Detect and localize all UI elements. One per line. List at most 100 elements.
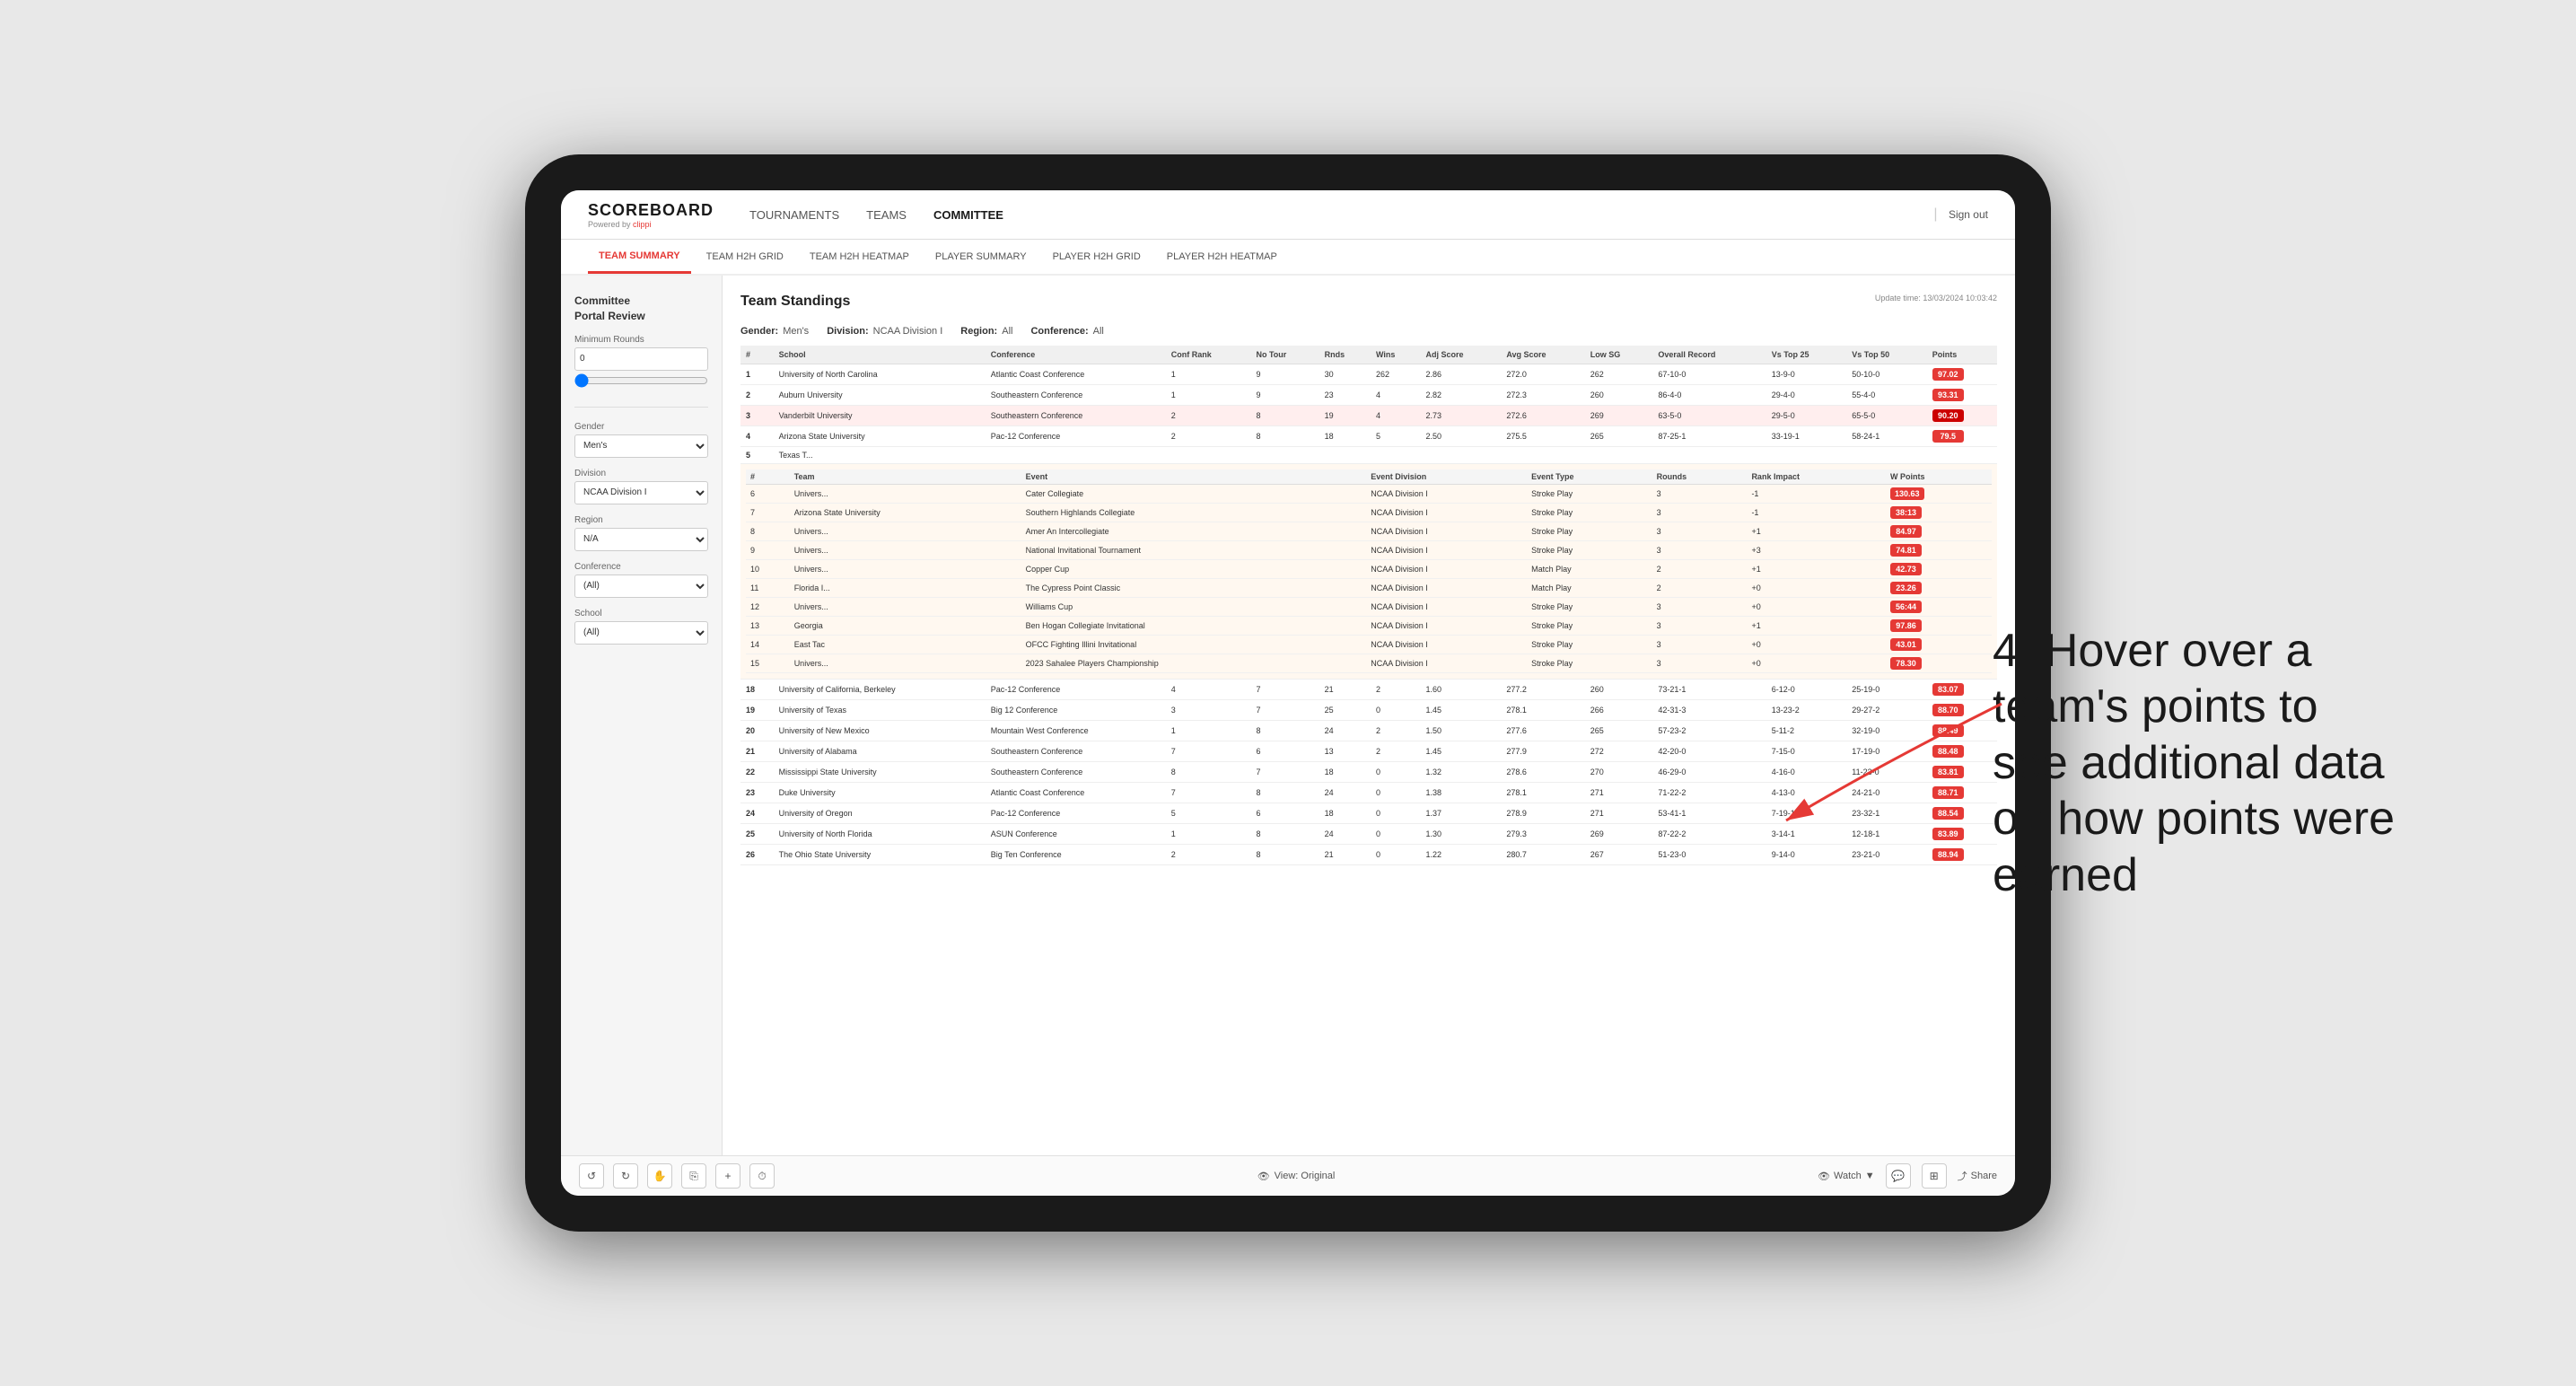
sidebar-min-rounds: Minimum Rounds [574, 335, 708, 392]
sidebar-region: Region N/A [574, 515, 708, 551]
col-overall: Overall Record [1652, 346, 1766, 364]
sign-out-button[interactable]: Sign out [1949, 208, 1988, 221]
logo-subtitle: Powered by clippi [588, 220, 714, 229]
sidebar: CommitteePortal Review Minimum Rounds Ge… [561, 276, 723, 1155]
filter-conference: Conference: All [1030, 326, 1103, 337]
points-badge[interactable]: 97.02 [1932, 368, 1964, 381]
annotation-arrow [1741, 677, 2011, 856]
share-label: Share [1971, 1171, 1997, 1181]
toolbar-view[interactable]: 👁 View: Original [1257, 1171, 1336, 1182]
col-avg-score: Avg Score [1501, 346, 1584, 364]
nav-teams[interactable]: TEAMS [866, 204, 907, 226]
sidebar-region-label: Region [574, 515, 708, 525]
table-row-highlighted[interactable]: 3 Vanderbilt University Southeastern Con… [740, 406, 1997, 426]
col-conference: Conference [986, 346, 1166, 364]
logo-title: SCOREBOARD [588, 201, 714, 220]
sidebar-conference: Conference (All) [574, 562, 708, 598]
undo-button[interactable]: ↺ [579, 1163, 604, 1189]
timer-button[interactable]: ⏱ [749, 1163, 775, 1189]
toolbar-left: ↺ ↻ ✋ ⎘ + ⏱ [579, 1163, 775, 1189]
expanded-row: # Team Event Event Division Event Type R… [740, 464, 1997, 680]
tab-player-summary[interactable]: PLAYER SUMMARY [924, 240, 1038, 274]
sidebar-divider-1 [574, 407, 708, 408]
col-low-sg: Low SG [1585, 346, 1653, 364]
col-adj-score: Adj Score [1421, 346, 1502, 364]
school: University of North Carolina [774, 364, 986, 385]
table-row[interactable]: 4 Arizona State University Pac-12 Confer… [740, 426, 1997, 447]
watch-button[interactable]: 👁 Watch ▼ [1818, 1171, 1875, 1182]
col-vs50: Vs Top 50 [1846, 346, 1927, 364]
share-icon: ⤴ [1958, 1169, 1967, 1183]
tab-player-h2h-grid[interactable]: PLAYER H2H GRID [1042, 240, 1152, 274]
points-badge[interactable]: 93.31 [1932, 389, 1964, 401]
sub-table-row[interactable]: 13GeorgiaBen Hogan Collegiate Invitation… [746, 617, 1992, 636]
watch-icon: 👁 [1818, 1171, 1830, 1182]
tab-player-h2h-heatmap[interactable]: PLAYER H2H HEATMAP [1156, 240, 1288, 274]
share-button[interactable]: ⤴ Share [1958, 1169, 1997, 1183]
table-row[interactable]: 1 University of North Carolina Atlantic … [740, 364, 1997, 385]
min-rounds-input[interactable] [574, 347, 708, 371]
sub-table: # Team Event Event Division Event Type R… [746, 469, 1992, 673]
sidebar-title: CommitteePortal Review [574, 294, 708, 324]
col-school: School [774, 346, 986, 364]
sub-table-row[interactable]: 6Univers...Cater CollegiateNCAA Division… [746, 485, 1992, 504]
copy-button[interactable]: ⎘ [681, 1163, 706, 1189]
tab-team-h2h-heatmap[interactable]: TEAM H2H HEATMAP [799, 240, 920, 274]
col-conf-rank: Conf Rank [1166, 346, 1251, 364]
redo-button[interactable]: ↻ [613, 1163, 638, 1189]
section-title: Team Standings [740, 294, 850, 315]
sub-table-row[interactable]: 7Arizona State UniversitySouthern Highla… [746, 504, 1992, 522]
add-button[interactable]: + [715, 1163, 740, 1189]
sub-nav: TEAM SUMMARY TEAM H2H GRID TEAM H2H HEAT… [561, 240, 2015, 276]
school-select[interactable]: (All) [574, 621, 708, 645]
sign-out-area: | Sign out [1933, 206, 1988, 223]
top-nav: SCOREBOARD Powered by clippi TOURNAMENTS… [561, 190, 2015, 240]
filter-region: Region: All [960, 326, 1012, 337]
standings-title: Team Standings [740, 294, 850, 310]
bottom-toolbar: ↺ ↻ ✋ ⎘ + ⏱ 👁 View: Original 👁 Watch ▼ 💬… [561, 1155, 2015, 1196]
min-rounds-slider[interactable] [574, 373, 708, 388]
logo: SCOREBOARD Powered by clippi [588, 201, 714, 229]
sidebar-gender-label: Gender [574, 422, 708, 432]
sub-table-row[interactable]: 14East TacOFCC Fighting Illini Invitatio… [746, 636, 1992, 654]
annotation-text: 4. Hover over a team's points to see add… [1993, 623, 2396, 903]
sidebar-division-label: Division [574, 469, 708, 478]
table-row[interactable]: 2 Auburn University Southeastern Confere… [740, 385, 1997, 406]
sub-table-row[interactable]: 15Univers...2023 Sahalee Players Champio… [746, 654, 1992, 673]
col-rank: # [740, 346, 774, 364]
portal-header: Team Standings Update time: 13/03/2024 1… [740, 294, 1997, 315]
region-select[interactable]: N/A [574, 528, 708, 551]
update-time: Update time: 13/03/2024 10:03:42 [1875, 294, 1997, 303]
filter-division: Division: NCAA Division I [827, 326, 942, 337]
col-rnds: Rnds [1319, 346, 1371, 364]
gender-select[interactable]: Men's [574, 434, 708, 458]
sub-table-row[interactable]: 12Univers...Williams CupNCAA Division IS… [746, 598, 1992, 617]
toolbar-right: 👁 Watch ▼ 💬 ⊞ ⤴ Share [1818, 1163, 1997, 1189]
conf-rank: 1 [1166, 364, 1251, 385]
table-header: # School Conference Conf Rank No Tour Rn… [740, 346, 1997, 364]
sub-table-header: # Team Event Event Division Event Type R… [746, 469, 1992, 485]
table-row[interactable]: 5 Texas T... [740, 447, 1997, 464]
nav-tournaments[interactable]: TOURNAMENTS [749, 204, 839, 226]
sidebar-gender: Gender Men's [574, 422, 708, 458]
watch-label: Watch [1834, 1171, 1862, 1181]
sub-table-row[interactable]: 11Florida I...The Cypress Point ClassicN… [746, 579, 1992, 598]
sub-table-row[interactable]: 9Univers...National Invitational Tournam… [746, 541, 1992, 560]
conference-select[interactable]: (All) [574, 575, 708, 598]
grid-button[interactable]: ⊞ [1922, 1163, 1947, 1189]
sub-table-row[interactable]: 10Univers...Copper CupNCAA Division IMat… [746, 560, 1992, 579]
nav-committee[interactable]: COMMITTEE [933, 204, 1003, 226]
points-badge[interactable]: 90.20 [1932, 409, 1964, 422]
view-label: View: Original [1275, 1171, 1336, 1181]
division-select[interactable]: NCAA Division I [574, 481, 708, 504]
tab-team-h2h-grid[interactable]: TEAM H2H GRID [696, 240, 794, 274]
sub-table-row[interactable]: 8Univers...Amer An IntercollegiateNCAA D… [746, 522, 1992, 541]
points-badge[interactable]: 79.5 [1932, 430, 1964, 443]
logo-brand: clippi [633, 220, 652, 229]
pan-button[interactable]: ✋ [647, 1163, 672, 1189]
filter-gender: Gender: Men's [740, 326, 809, 337]
col-vs25: Vs Top 25 [1766, 346, 1847, 364]
comment-button[interactable]: 💬 [1886, 1163, 1911, 1189]
tab-team-summary[interactable]: TEAM SUMMARY [588, 240, 691, 274]
conference: Atlantic Coast Conference [986, 364, 1166, 385]
